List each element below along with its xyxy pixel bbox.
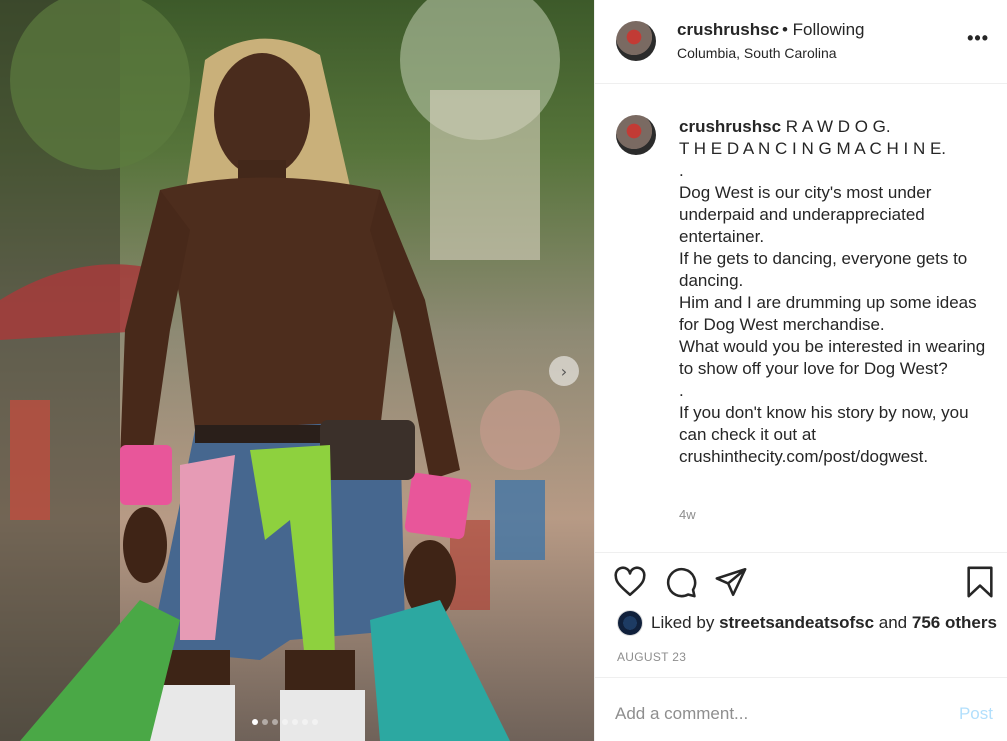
post-photo[interactable]: › [0,0,594,741]
carousel-dot [282,719,288,725]
caption-line: R A W D O G. [785,117,891,136]
caption-line: T H E D A N C I N G M A C H I N E. [679,139,947,158]
caption-timestamp[interactable]: 4w [679,507,696,522]
comment-icon[interactable] [664,565,698,599]
post-panel: crushrushsc • Following Columbia, South … [594,0,1007,741]
comment-input[interactable]: Add a comment... [615,704,748,724]
caption-text: crushrushsc R A W D O G. T H E D A N C I… [679,116,989,468]
caption-username[interactable]: crushrushsc [679,117,781,136]
more-options-icon[interactable]: ••• [967,28,989,49]
paper-plane-icon[interactable] [714,565,748,599]
post-caption: crushrushsc R A W D O G. T H E D A N C I… [595,85,1007,553]
likes-count[interactable]: 756 others [912,613,997,633]
comment-bar: Add a comment... Post [595,677,1007,741]
caption-line: If he gets to dancing, everyone gets to … [679,249,968,290]
liker-avatar[interactable] [617,610,643,636]
caption-author-avatar[interactable] [616,115,656,155]
carousel-next-button[interactable]: › [549,356,579,386]
caption-line: If you don't know his story by now, you … [679,403,969,466]
bookmark-icon[interactable] [963,565,997,599]
liked-by-label: Liked by [651,613,715,632]
caption-line: . [679,381,684,400]
carousel-dot [292,719,298,725]
post-actions [595,565,1007,605]
post-date[interactable]: AUGUST 23 [617,650,686,664]
carousel-dot [302,719,308,725]
carousel-dot [262,719,268,725]
carousel-dot [252,719,258,725]
heart-icon[interactable] [613,565,647,599]
carousel-dot [272,719,278,725]
chevron-right-icon: › [560,361,568,381]
carousel-indicator [252,719,318,725]
likes-and-label: and [878,613,908,632]
photo-illustration [0,0,560,741]
caption-line: Him and I are drumming up some ideas for… [679,293,977,334]
carousel-dot [312,719,318,725]
following-button[interactable]: • Following [782,20,865,40]
author-avatar[interactable] [616,21,656,61]
post-comment-button[interactable]: Post [959,704,993,724]
caption-line: . [679,161,684,180]
caption-line: Dog West is our city's most under underp… [679,183,932,246]
liker-username[interactable]: streetsandeatsofsc [719,613,874,633]
likes-summary: Liked by streetsandeatsofsc and 756 othe… [617,608,997,638]
caption-line: What would you be interested in wearing … [679,337,986,378]
author-username[interactable]: crushrushsc [677,20,779,40]
post-header: crushrushsc • Following Columbia, South … [595,0,1007,84]
location-link[interactable]: Columbia, South Carolina [677,45,837,61]
